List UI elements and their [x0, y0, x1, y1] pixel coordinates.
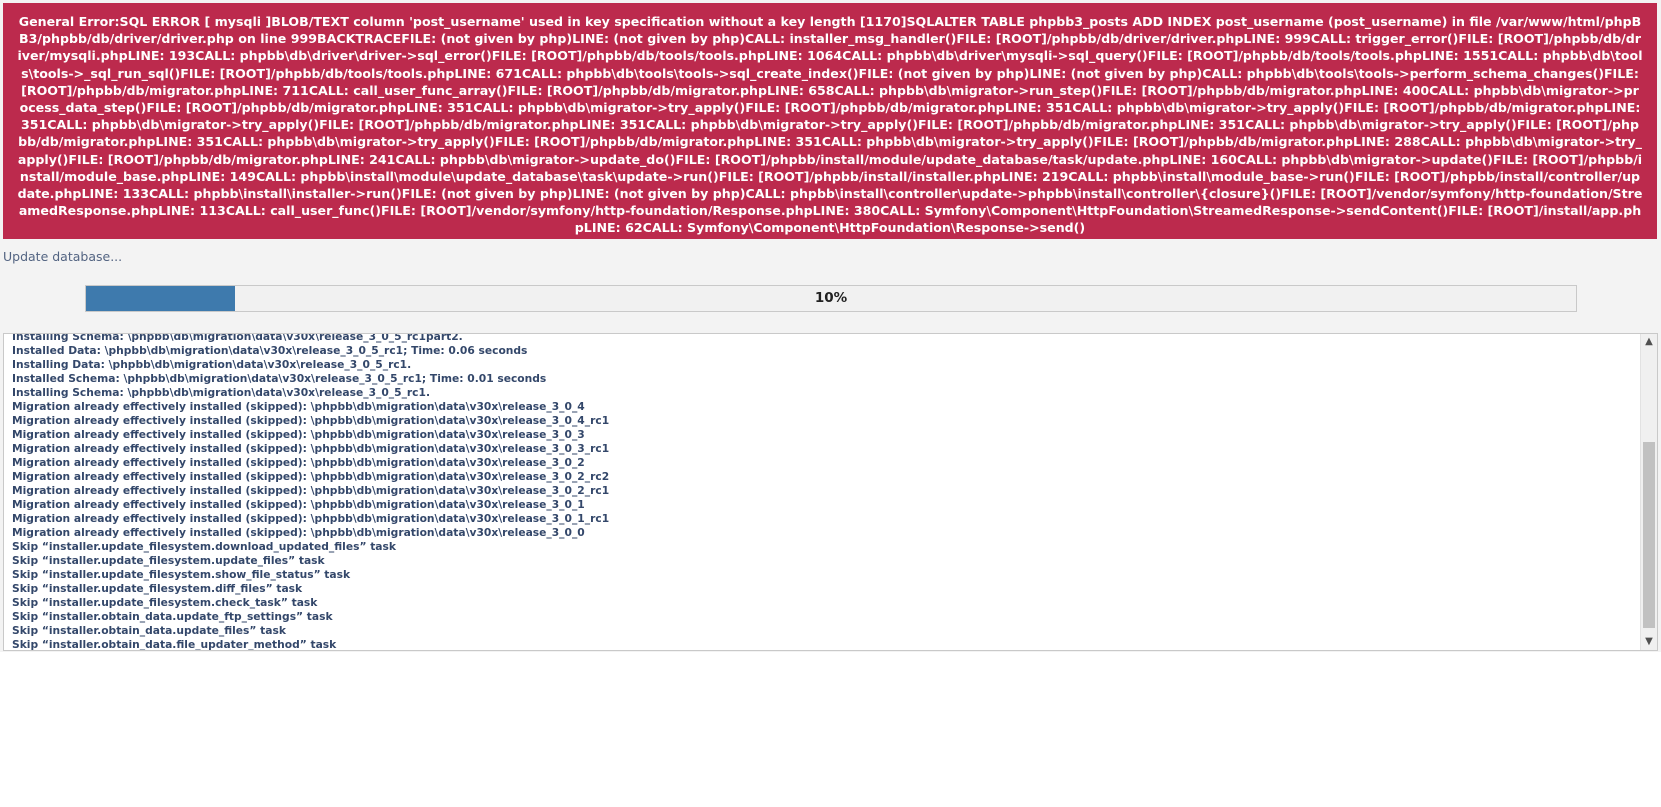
log-line: Installed Schema: \phpbb\db\migration\da… [12, 372, 547, 385]
log-line: Migration already effectively installed … [12, 470, 610, 483]
installer-panel: General Error:SQL ERROR [ mysqli ]BLOB/T… [0, 0, 1661, 652]
log-line: Installing Schema: \phpbb\db\migration\d… [12, 333, 463, 343]
log-line: Skip “installer.update_filesystem.update… [12, 554, 325, 567]
log-line: Migration already effectively installed … [12, 414, 610, 427]
log-line: Migration already effectively installed … [12, 526, 585, 539]
log-lines: Installing Schema: \phpbb\db\migration\d… [12, 333, 1637, 651]
log-line: Migration already effectively installed … [12, 512, 610, 525]
progress-bar: 10% [85, 285, 1577, 312]
error-banner: General Error:SQL ERROR [ mysqli ]BLOB/T… [3, 3, 1657, 239]
log-line: Skip “installer.update_filesystem.downlo… [12, 540, 396, 553]
installer-page: General Error:SQL ERROR [ mysqli ]BLOB/T… [0, 0, 1661, 807]
log-line: Migration already effectively installed … [12, 400, 585, 413]
progress-label: 10% [814, 290, 848, 306]
log-line: Migration already effectively installed … [12, 456, 585, 469]
log-line: Installed Data: \phpbb\db\migration\data… [12, 344, 528, 357]
scroll-thumb[interactable] [1643, 442, 1655, 628]
log-line: Migration already effectively installed … [12, 484, 610, 497]
scroll-down-arrow-icon[interactable]: ▼ [1641, 634, 1657, 650]
log-line: Skip “installer.update_filesystem.diff_f… [12, 582, 303, 595]
log-scrollbar[interactable]: ▲ ▼ [1640, 334, 1657, 650]
log-line: Installing Schema: \phpbb\db\migration\d… [12, 386, 431, 399]
log-line: Skip “installer.update_filesystem.show_f… [12, 568, 351, 581]
log-line: Skip “installer.obtain_data.file_updater… [12, 638, 337, 651]
log-line: Migration already effectively installed … [12, 498, 585, 511]
scroll-up-arrow-icon[interactable]: ▲ [1641, 334, 1657, 350]
log-line: Skip “installer.update_filesystem.check_… [12, 596, 318, 609]
status-text: Update database... [3, 249, 123, 264]
log-output[interactable]: Installing Schema: \phpbb\db\migration\d… [3, 333, 1658, 651]
log-line: Skip “installer.obtain_data.update_files… [12, 624, 286, 637]
error-message: General Error:SQL ERROR [ mysqli ]BLOB/T… [17, 14, 1643, 236]
log-line: Skip “installer.obtain_data.update_ftp_s… [12, 610, 333, 623]
log-line: Migration already effectively installed … [12, 428, 585, 441]
log-line: Migration already effectively installed … [12, 442, 610, 455]
log-line: Installing Data: \phpbb\db\migration\dat… [12, 358, 412, 371]
